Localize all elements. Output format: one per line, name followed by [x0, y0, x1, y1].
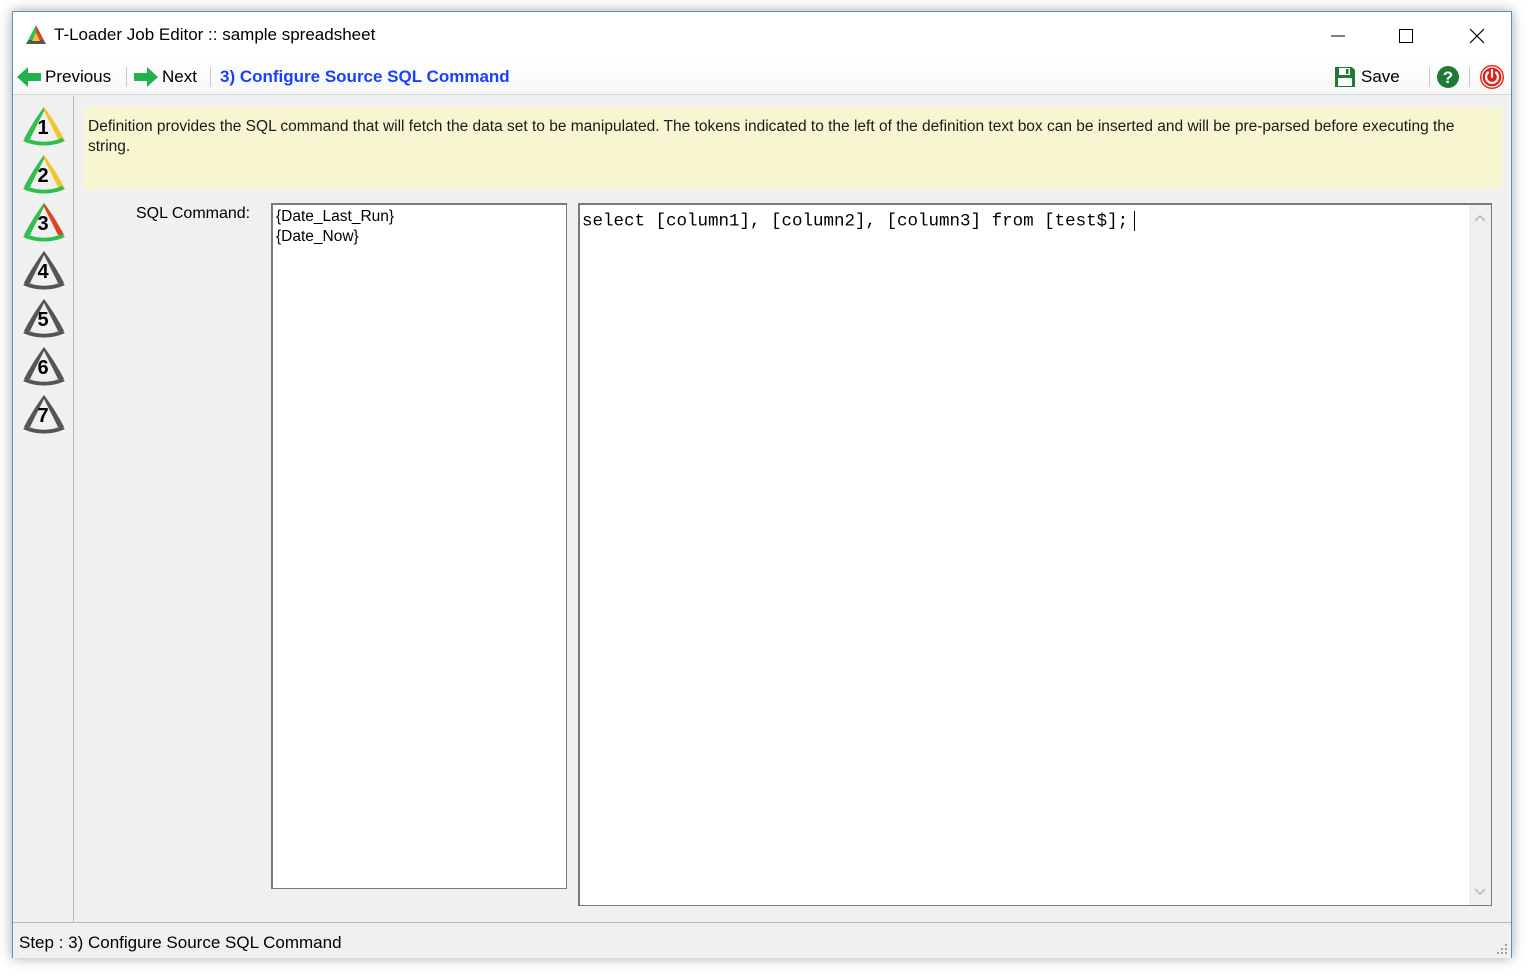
- step-number: 1: [37, 117, 48, 139]
- status-text: Step : 3) Configure Source SQL Command: [19, 933, 342, 952]
- step-1-icon[interactable]: 1: [20, 105, 68, 149]
- step-5-icon[interactable]: 5: [20, 297, 68, 341]
- arrow-left-icon: [17, 67, 41, 87]
- toolbar-separator: [210, 67, 211, 87]
- step-number: 3: [37, 213, 48, 235]
- sql-text: select [column1], [column2], [column3] f…: [582, 211, 1129, 232]
- toolbar-separator: [1469, 67, 1470, 87]
- step-7-icon[interactable]: 7: [20, 393, 68, 437]
- token-list[interactable]: {Date_Last_Run} {Date_Now}: [271, 203, 567, 889]
- maximize-icon: [1399, 28, 1413, 43]
- toolbar-separator: [1429, 67, 1430, 87]
- maximize-button[interactable]: [1372, 12, 1440, 59]
- step-2-icon[interactable]: 2: [20, 153, 68, 197]
- sql-editor-text[interactable]: select [column1], [column2], [column3] f…: [582, 211, 1136, 232]
- scroll-up-button[interactable]: [1469, 207, 1491, 229]
- power-icon: [1480, 65, 1504, 89]
- close-icon: [1469, 28, 1485, 43]
- minimize-button[interactable]: [1304, 12, 1372, 59]
- previous-button[interactable]: Previous: [16, 64, 111, 90]
- sql-editor[interactable]: select [column1], [column2], [column3] f…: [578, 203, 1492, 906]
- exit-button[interactable]: [1479, 64, 1505, 90]
- steps-panel: 1 2 3 4 5 6 7: [13, 96, 74, 922]
- main-content: Definition provides the SQL command that…: [75, 96, 1511, 922]
- step-number: 5: [37, 309, 48, 331]
- token-item[interactable]: {Date_Last_Run}: [276, 207, 563, 227]
- step-number: 4: [37, 261, 49, 283]
- step-title: 3) Configure Source SQL Command: [220, 64, 510, 90]
- previous-label: Previous: [45, 67, 112, 86]
- description-box: Definition provides the SQL command that…: [84, 107, 1502, 189]
- help-icon: ?: [1437, 66, 1459, 88]
- save-button[interactable]: Save: [1333, 64, 1400, 90]
- resize-grip-icon[interactable]: [1494, 941, 1508, 955]
- t-loader-triangle-icon: [26, 25, 46, 44]
- token-item[interactable]: {Date_Now}: [276, 227, 563, 247]
- vertical-scrollbar[interactable]: [1469, 205, 1491, 905]
- window-title: T-Loader Job Editor :: sample spreadshee…: [54, 25, 376, 44]
- next-button[interactable]: Next: [133, 64, 197, 90]
- title-bar: T-Loader Job Editor :: sample spreadshee…: [13, 12, 1511, 59]
- toolbar: Previous Next 3) Configure Source SQL Co…: [13, 59, 1511, 95]
- step-6-icon[interactable]: 6: [20, 345, 68, 389]
- minimize-icon: [1331, 35, 1345, 36]
- scroll-down-button[interactable]: [1469, 881, 1491, 903]
- status-bar: Step : 3) Configure Source SQL Command: [13, 922, 1511, 958]
- step-3-icon[interactable]: 3: [20, 201, 68, 245]
- arrow-right-icon: [134, 67, 158, 87]
- save-label: Save: [1361, 67, 1400, 86]
- chevron-down-icon: [1474, 888, 1486, 896]
- close-button[interactable]: [1443, 12, 1511, 59]
- app-window: T-Loader Job Editor :: sample spreadshee…: [12, 11, 1512, 958]
- step-4-icon[interactable]: 4: [20, 249, 68, 293]
- help-button[interactable]: ?: [1436, 64, 1460, 90]
- next-label: Next: [162, 67, 197, 86]
- floppy-disk-icon: [1335, 67, 1355, 87]
- sql-command-label: SQL Command:: [136, 205, 251, 222]
- svg-text:?: ?: [1443, 68, 1453, 87]
- text-caret: [1134, 211, 1136, 231]
- toolbar-separator: [126, 67, 127, 87]
- chevron-up-icon: [1474, 214, 1486, 222]
- step-number: 2: [37, 165, 48, 187]
- step-number: 7: [37, 405, 48, 427]
- step-number: 6: [37, 357, 48, 379]
- step-title-label: 3) Configure Source SQL Command: [220, 67, 510, 86]
